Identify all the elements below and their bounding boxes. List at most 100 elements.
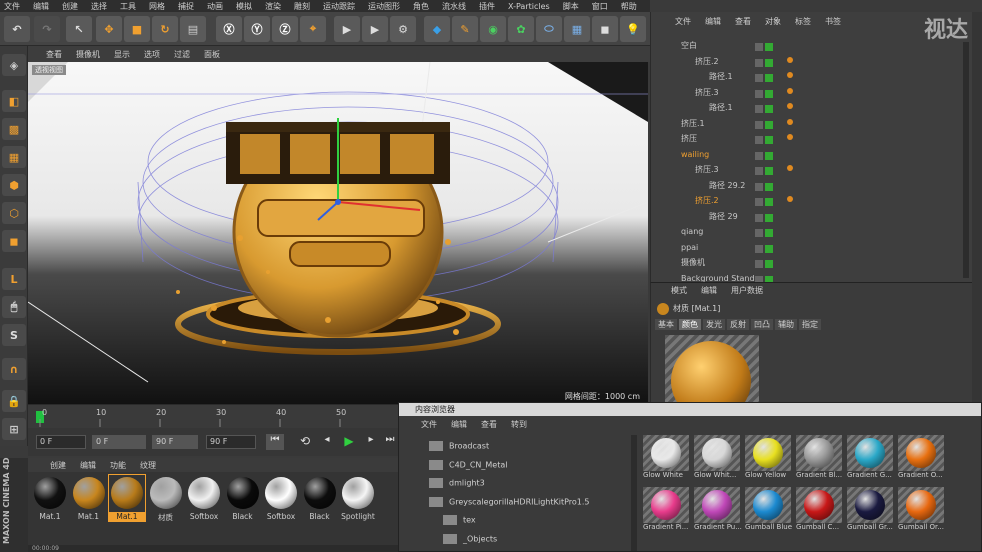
menu-item[interactable]: 选择 xyxy=(91,1,107,12)
viewport-menu-item[interactable]: 选项 xyxy=(144,49,160,60)
browser-tree-item[interactable]: C4D_CN_Metal xyxy=(429,459,508,470)
preset-thumbnail[interactable]: Gradient Pu... xyxy=(694,487,742,537)
rotate-tool-icon[interactable]: ↻ xyxy=(152,16,178,42)
preset-thumbnail[interactable]: Glow Whit... xyxy=(694,435,742,485)
object-row[interactable]: 路径 29 xyxy=(651,209,961,224)
perspective-viewport[interactable]: 透视视图 网格间距：1000 cm xyxy=(28,62,648,404)
floor-icon[interactable]: ▦ xyxy=(564,16,590,42)
viewport-menu-item[interactable]: 查看 xyxy=(46,49,62,60)
pen-icon[interactable]: ✎ xyxy=(452,16,478,42)
menu-item[interactable]: 插件 xyxy=(479,1,495,12)
end-frame-field[interactable]: 90 F xyxy=(206,435,256,449)
min-frame-field[interactable]: 0 F xyxy=(92,435,146,449)
x-axis-toggle[interactable]: Ⓧ xyxy=(216,16,242,42)
tweak-mode-icon[interactable]: 🖱 xyxy=(2,296,26,318)
menu-item[interactable]: 编辑 xyxy=(33,1,49,12)
texture-mode-icon[interactable]: ▩ xyxy=(2,118,26,140)
coordinate-system-icon[interactable]: ⌖ xyxy=(300,16,326,42)
browser-tree-item[interactable]: GreyscalegorillaHDRILightKitPro1.5 xyxy=(429,496,590,507)
object-row[interactable]: 空白 xyxy=(651,38,961,53)
viewport-menu-item[interactable]: 过滤 xyxy=(174,49,190,60)
material-slot[interactable]: Mat.1 xyxy=(71,475,107,521)
material-slot[interactable]: Softbox xyxy=(186,475,222,521)
object-row[interactable]: ppai xyxy=(651,240,961,255)
prev-key-icon[interactable]: ◂ xyxy=(318,434,336,450)
material-tag-icon[interactable] xyxy=(787,103,793,109)
visibility-flags[interactable] xyxy=(755,72,777,82)
camera-icon[interactable]: ◼ xyxy=(592,16,618,42)
browser-menu-item[interactable]: 查看 xyxy=(481,419,497,430)
object-row[interactable]: 挤压.1 xyxy=(651,116,961,131)
current-frame-field[interactable]: 0 F xyxy=(36,435,86,449)
visibility-flags[interactable] xyxy=(755,88,777,98)
undo-button[interactable]: ↶ xyxy=(4,16,30,42)
preset-thumbnail[interactable]: Gumball Gr... xyxy=(847,487,895,537)
material-tag-icon[interactable] xyxy=(787,56,793,63)
attribute-tab[interactable]: 指定 xyxy=(799,319,821,330)
browser-menu-item[interactable]: 转到 xyxy=(511,419,527,430)
visibility-flags[interactable] xyxy=(755,150,777,160)
visibility-flags[interactable] xyxy=(755,258,777,268)
preset-thumbnail[interactable]: Gradient Pi... xyxy=(643,487,691,537)
material-slot[interactable]: Black xyxy=(225,475,261,521)
object-menu-item[interactable]: 编辑 xyxy=(705,16,721,30)
menu-item[interactable]: 帮助 xyxy=(621,1,637,12)
object-menu-item[interactable]: 对象 xyxy=(765,16,781,30)
menu-item[interactable]: 角色 xyxy=(413,1,429,12)
workplane-mode-icon[interactable]: ▦ xyxy=(2,146,26,168)
timeline-ruler[interactable]: 0 10 20 30 40 50 xyxy=(28,404,400,428)
attribute-tab[interactable]: 颜色 xyxy=(679,319,701,330)
object-row[interactable]: 路径.1 xyxy=(651,100,961,115)
object-row[interactable]: 挤压.3 xyxy=(651,162,961,177)
tree-scrollbar[interactable] xyxy=(631,435,637,551)
object-row[interactable]: wailing xyxy=(651,147,961,162)
viewport-menu-item[interactable]: 显示 xyxy=(114,49,130,60)
browser-tree-item[interactable]: tex xyxy=(443,515,476,525)
max-frame-field[interactable]: 90 F xyxy=(152,435,198,449)
material-menu-item[interactable]: 创建 xyxy=(50,460,66,471)
preset-thumbnail[interactable]: Gradient O... xyxy=(898,435,946,485)
browser-tree-item[interactable]: Broadcast xyxy=(429,441,489,451)
browser-menu-item[interactable]: 文件 xyxy=(421,419,437,430)
viewport-menu-item[interactable]: 摄像机 xyxy=(76,49,100,60)
material-slot[interactable]: Black xyxy=(302,475,338,521)
attribute-tab[interactable]: 发光 xyxy=(703,319,725,330)
preset-thumbnail[interactable]: Gumball Blue xyxy=(745,487,793,537)
attribute-menu-item[interactable]: 模式 xyxy=(671,285,687,296)
snap-icon[interactable]: S xyxy=(2,324,26,346)
select-tool-icon[interactable]: ↖ xyxy=(66,16,92,42)
visibility-flags[interactable] xyxy=(755,243,777,253)
goto-end-icon[interactable]: ⏭ xyxy=(382,434,398,450)
attribute-tab[interactable]: 基本 xyxy=(655,319,677,330)
object-row[interactable]: 挤压.2 xyxy=(651,193,961,208)
object-row[interactable]: 挤压 xyxy=(651,131,961,146)
preset-thumbnail[interactable]: Gumball C... xyxy=(796,487,844,537)
material-tag-icon[interactable] xyxy=(787,87,793,94)
material-tag-icon[interactable] xyxy=(787,165,793,171)
model-mode-icon[interactable]: ◧ xyxy=(2,90,26,112)
goto-start-icon[interactable]: ⏮ xyxy=(266,434,284,450)
material-menu-item[interactable]: 编辑 xyxy=(80,460,96,471)
z-axis-toggle[interactable]: Ⓩ xyxy=(272,16,298,42)
visibility-flags[interactable] xyxy=(755,103,777,113)
menu-item[interactable]: 窗口 xyxy=(592,1,608,12)
menu-item[interactable]: 渲染 xyxy=(265,1,281,12)
material-menu-item[interactable]: 纹理 xyxy=(140,460,156,471)
make-editable-icon[interactable]: ◈ xyxy=(2,54,26,76)
material-menu-item[interactable]: 功能 xyxy=(110,460,126,471)
object-row[interactable]: 路径 29.2 xyxy=(651,178,961,193)
menu-item[interactable]: 脚本 xyxy=(563,1,579,12)
next-key-icon[interactable]: ▸ xyxy=(362,434,380,450)
object-menu-item[interactable]: 标签 xyxy=(795,16,811,30)
deformer-icon[interactable]: ⬭ xyxy=(536,16,562,42)
preset-thumbnail[interactable]: Gumball Or... xyxy=(898,487,946,537)
scale-tool-icon[interactable]: ■ xyxy=(124,16,150,42)
material-slot[interactable]: Mat.1 xyxy=(108,474,146,522)
visibility-flags[interactable] xyxy=(755,57,777,67)
viewport-menu-item[interactable]: 面板 xyxy=(204,49,220,60)
object-row[interactable]: 挤压.3 xyxy=(651,85,961,100)
visibility-flags[interactable] xyxy=(755,196,777,206)
menu-item[interactable]: 运动跟踪 xyxy=(323,1,355,12)
material-slot[interactable]: Spotlight xyxy=(340,475,376,521)
grid-icon[interactable]: ⊞ xyxy=(2,418,26,440)
